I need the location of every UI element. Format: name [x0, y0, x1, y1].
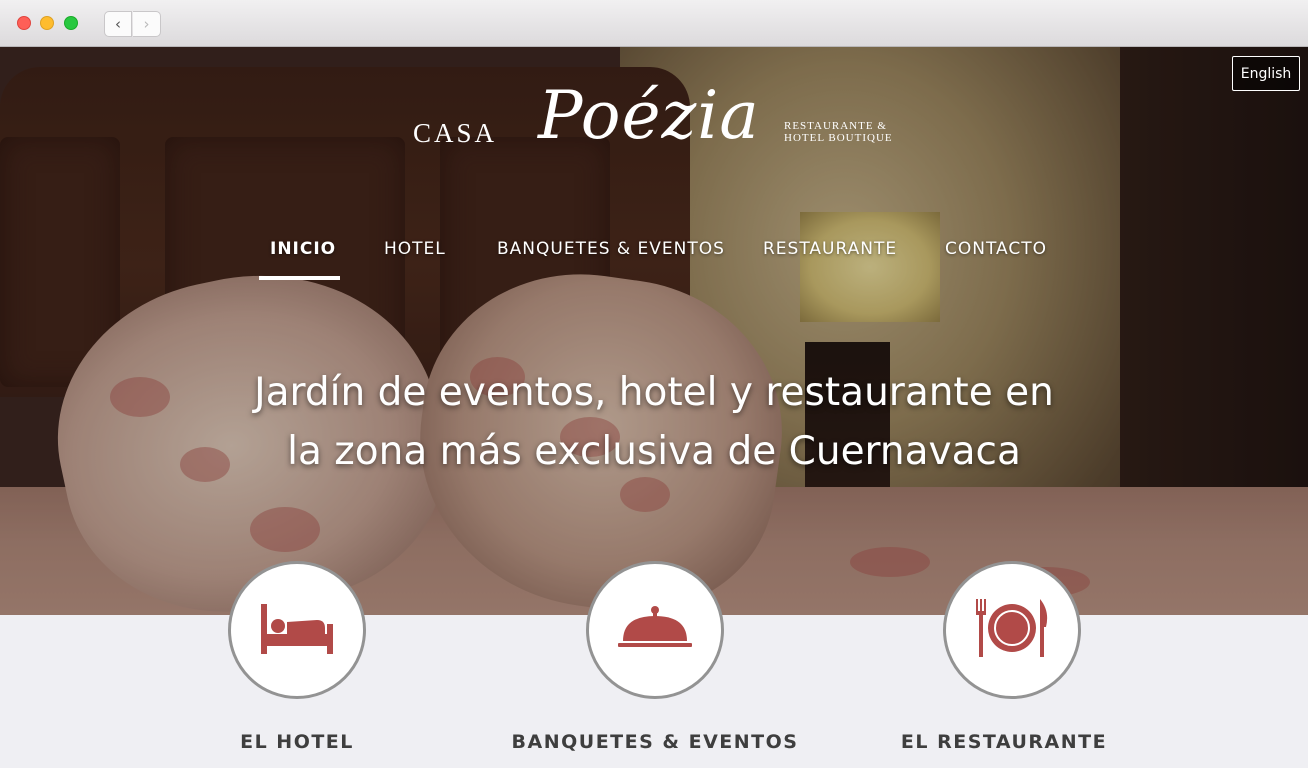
logo-subtitle-line2: HOTEL BOUTIQUE — [784, 132, 893, 144]
hero-headline: Jardín de eventos, hotel y restaurante e… — [154, 363, 1154, 481]
hero-section: English CASA Poézia RESTAURANTE & HOTEL … — [0, 47, 1308, 615]
feature-banquetes-circle[interactable] — [586, 561, 724, 699]
bed-icon — [259, 600, 335, 661]
feature-restaurante-circle[interactable] — [943, 561, 1081, 699]
nav-item-hotel[interactable]: HOTEL — [384, 239, 446, 259]
nav-item-banquetes-eventos[interactable]: BANQUETES & EVENTOS — [497, 239, 725, 259]
logo-casa-text: CASA — [413, 118, 498, 148]
chevron-left-icon: ‹ — [115, 15, 121, 33]
feature-banquetes-label[interactable]: BANQUETES & EVENTOS — [505, 731, 805, 753]
logo-subtitle: RESTAURANTE & HOTEL BOUTIQUE — [784, 120, 893, 144]
minimize-window-button[interactable] — [40, 16, 54, 30]
hero-headline-line1: Jardín de eventos, hotel y restaurante e… — [254, 370, 1054, 415]
nav-item-contacto[interactable]: CONTACTO — [945, 239, 1047, 259]
logo-poezia-text: Poézia — [538, 77, 760, 154]
forward-button[interactable]: › — [133, 11, 161, 37]
feature-hotel-label[interactable]: EL HOTEL — [197, 731, 397, 753]
language-toggle-button[interactable]: English — [1232, 56, 1300, 91]
site-logo[interactable]: CASA Poézia RESTAURANTE & HOTEL BOUTIQUE — [413, 77, 903, 205]
feature-hotel-circle[interactable] — [228, 561, 366, 699]
close-window-button[interactable] — [17, 16, 31, 30]
browser-toolbar: ‹ › — [0, 0, 1308, 47]
active-nav-underline — [259, 276, 340, 280]
chevron-right-icon: › — [143, 15, 150, 33]
back-button[interactable]: ‹ — [104, 11, 132, 37]
hero-headline-line2: la zona más exclusiva de Cuernavaca — [287, 429, 1021, 474]
logo-subtitle-line1: RESTAURANTE & — [784, 120, 887, 132]
main-nav: INICIO HOTEL BANQUETES & EVENTOS RESTAUR… — [0, 239, 1308, 279]
cloche-icon — [617, 605, 693, 656]
plate-cutlery-icon — [972, 597, 1052, 664]
nav-item-inicio[interactable]: INICIO — [270, 239, 336, 259]
feature-restaurante-label[interactable]: EL RESTAURANTE — [882, 731, 1126, 753]
maximize-window-button[interactable] — [64, 16, 78, 30]
nav-item-restaurante[interactable]: RESTAURANTE — [763, 239, 897, 259]
